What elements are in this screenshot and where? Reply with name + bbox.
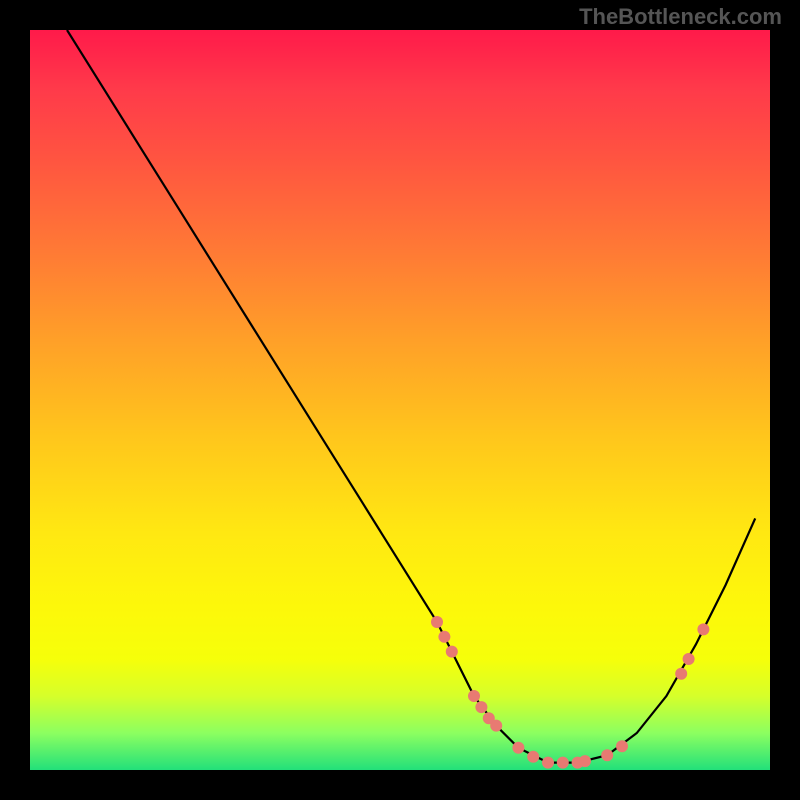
curve-marker (475, 701, 487, 713)
curve-marker (446, 646, 458, 658)
curve-marker (579, 755, 591, 767)
curve-marker (431, 616, 443, 628)
curve-marker (542, 757, 554, 769)
curve-marker (438, 631, 450, 643)
curve-marker (490, 720, 502, 732)
curve-marker (512, 742, 524, 754)
chart-plot-area (30, 30, 770, 770)
curve-marker (468, 690, 480, 702)
curve-marker (675, 668, 687, 680)
curve-marker (601, 749, 613, 761)
watermark-text: TheBottleneck.com (579, 4, 782, 30)
curve-marker (616, 740, 628, 752)
curve-marker (683, 653, 695, 665)
bottleneck-curve (67, 30, 755, 763)
chart-curve-layer (30, 30, 770, 770)
curve-marker (527, 751, 539, 763)
curve-marker (697, 623, 709, 635)
curve-marker (557, 757, 569, 769)
